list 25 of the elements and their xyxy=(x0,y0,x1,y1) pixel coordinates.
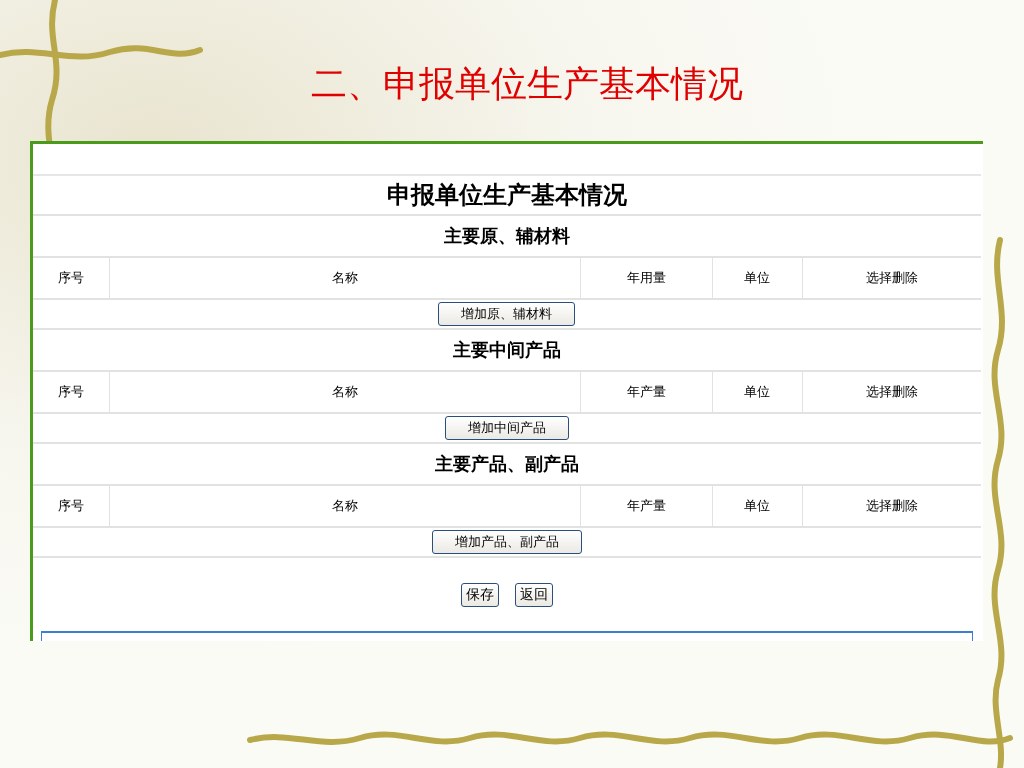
column-header: 年用量 xyxy=(580,258,713,298)
column-header: 名称 xyxy=(109,258,581,298)
column-header: 序号 xyxy=(32,258,110,298)
slide-title: 二、申报单位生产基本情况 xyxy=(310,62,743,106)
add-button[interactable]: 增加产品、副产品 xyxy=(431,530,582,554)
column-header: 名称 xyxy=(109,372,581,412)
column-header: 序号 xyxy=(32,486,110,526)
column-header: 单位 xyxy=(712,258,803,298)
save-button[interactable]: 保存 xyxy=(460,583,499,607)
add-button[interactable]: 增加原、辅材料 xyxy=(438,302,575,326)
column-header: 选择删除 xyxy=(864,383,919,401)
column-header: 年产量 xyxy=(580,372,713,412)
column-header: 单位 xyxy=(712,372,803,412)
column-header: 单位 xyxy=(712,486,803,526)
back-button[interactable]: 返回 xyxy=(514,583,553,607)
column-header: 年产量 xyxy=(580,486,713,526)
section-heading: 主要产品、副产品 xyxy=(434,452,579,476)
column-header: 序号 xyxy=(32,372,110,412)
add-button[interactable]: 增加中间产品 xyxy=(444,416,569,440)
column-header: 名称 xyxy=(109,486,581,526)
form-title: 申报单位生产基本情况 xyxy=(386,180,627,211)
column-header: 选择删除 xyxy=(864,497,919,515)
column-header: 选择删除 xyxy=(864,269,919,287)
section-heading: 主要中间产品 xyxy=(452,338,561,362)
section-heading: 主要原、辅材料 xyxy=(443,224,570,248)
